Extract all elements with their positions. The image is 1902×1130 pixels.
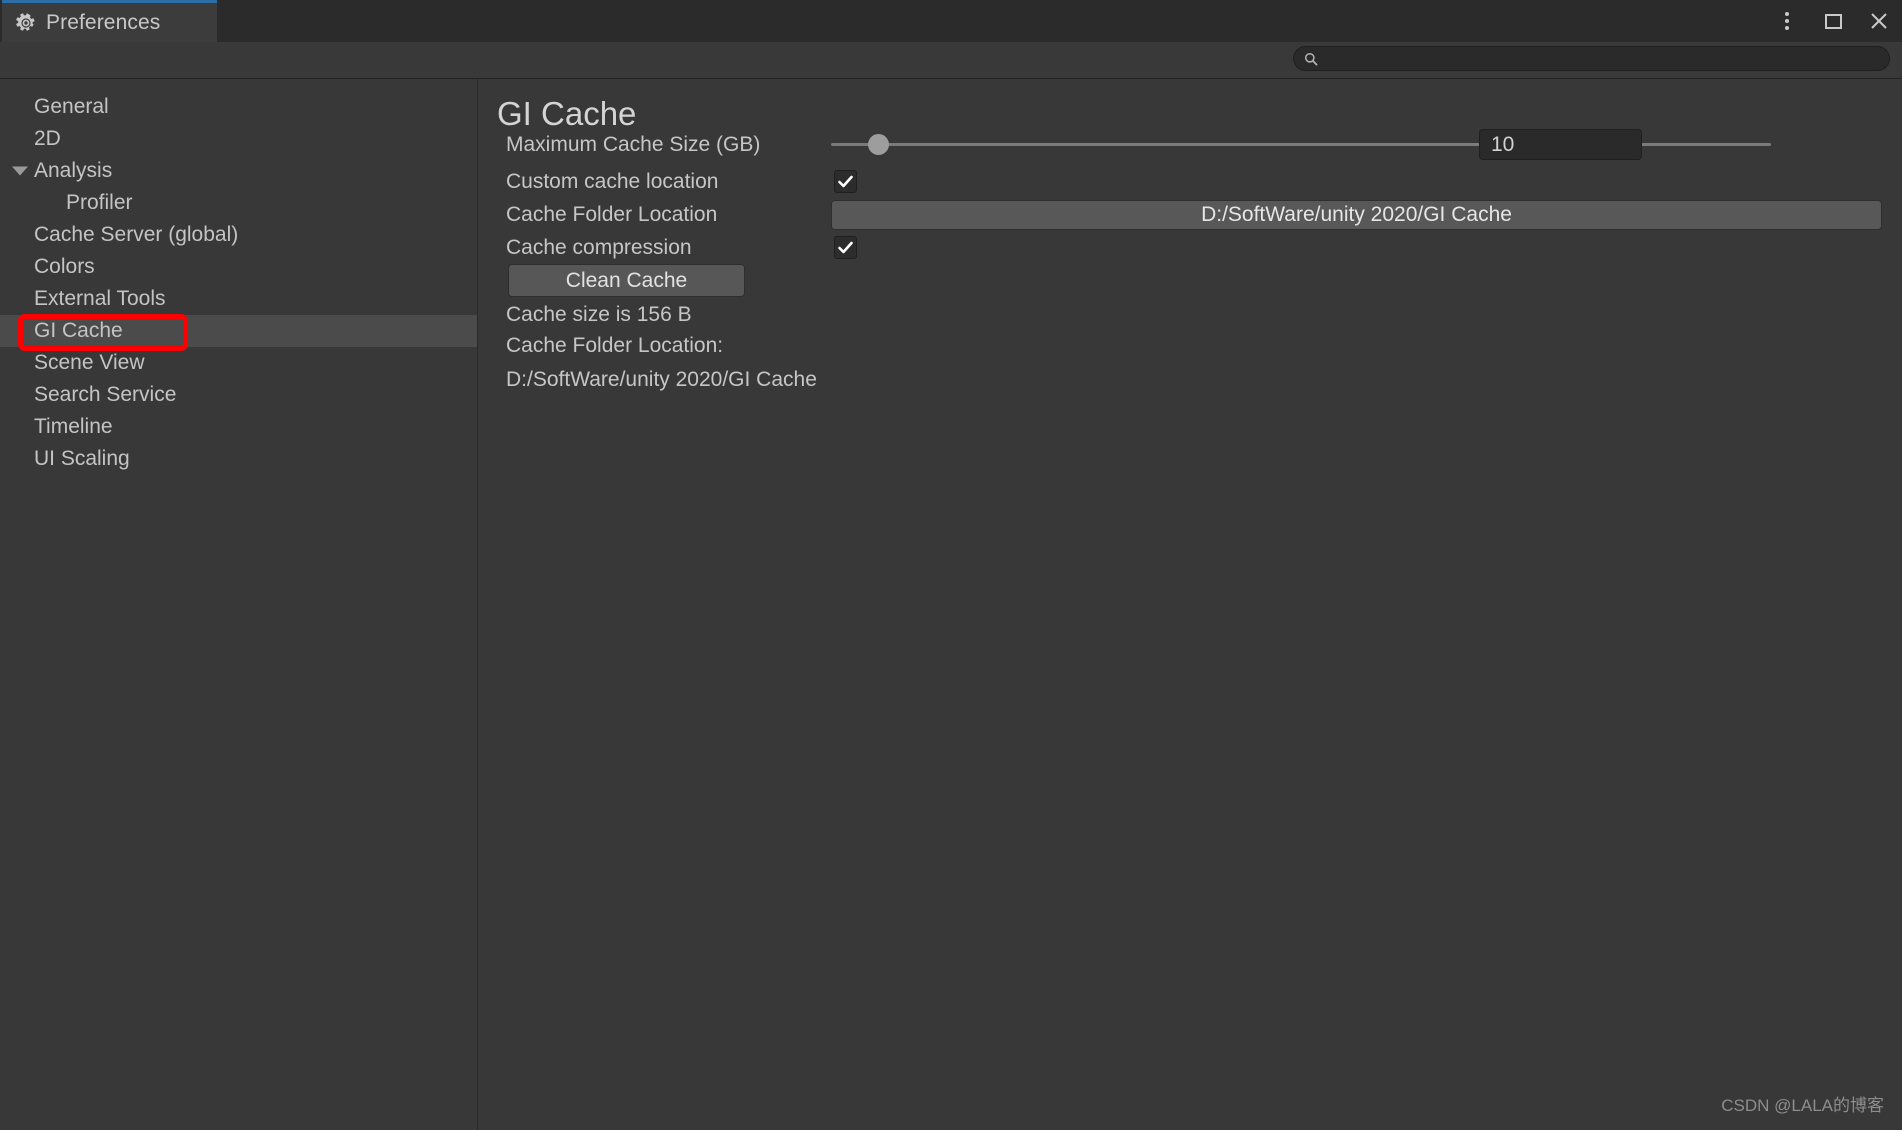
sidebar-item-label: 2D xyxy=(34,127,61,150)
cache-folder-location-button[interactable]: D:/SoftWare/unity 2020/GI Cache xyxy=(831,199,1882,230)
sidebar-item-label: Scene View xyxy=(34,351,145,374)
row-cache-folder-location: Cache Folder Location D:/SoftWare/unity … xyxy=(479,198,1902,231)
sidebar-item-label: UI Scaling xyxy=(34,447,130,470)
maximum-cache-size-value[interactable]: 10 xyxy=(1479,129,1642,160)
check-icon xyxy=(838,175,853,188)
sidebar-item-gi-cache[interactable]: GI Cache xyxy=(0,315,477,347)
clean-cache-button-label: Clean Cache xyxy=(565,268,688,292)
cache-folder-location-value: D:/SoftWare/unity 2020/GI Cache xyxy=(1201,202,1512,226)
gear-icon xyxy=(16,12,35,31)
sidebar-item-label: Colors xyxy=(34,255,95,278)
sidebar-item-general[interactable]: General xyxy=(0,91,477,123)
clean-cache-button[interactable]: Clean Cache xyxy=(508,264,745,297)
sidebar-item-timeline[interactable]: Timeline xyxy=(0,411,477,443)
cache-folder-location-label: Cache Folder Location xyxy=(506,202,718,226)
tab-label: Preferences xyxy=(46,10,161,34)
sidebar-item-ui-scaling[interactable]: UI Scaling xyxy=(0,443,477,475)
tab-preferences[interactable]: Preferences xyxy=(2,0,217,42)
maximum-cache-size-label: Maximum Cache Size (GB) xyxy=(506,132,761,156)
window-controls xyxy=(1774,0,1892,42)
sidebar-item-profiler[interactable]: Profiler xyxy=(0,187,477,219)
search-input[interactable] xyxy=(1324,46,1879,71)
sidebar-item-label: Timeline xyxy=(34,415,113,438)
search-field[interactable] xyxy=(1293,46,1890,71)
sidebar-item-scene-view[interactable]: Scene View xyxy=(0,347,477,379)
sidebar-item-2d[interactable]: 2D xyxy=(0,123,477,155)
sidebar-item-analysis[interactable]: Analysis xyxy=(0,155,477,187)
sidebar-item-label: Analysis xyxy=(34,159,113,182)
cache-folder-location-caption: Cache Folder Location: xyxy=(506,334,724,357)
maximum-cache-size-value-text: 10 xyxy=(1491,132,1515,156)
sidebar-item-cache-server-global[interactable]: Cache Server (global) xyxy=(0,219,477,251)
row-custom-cache-location: Custom cache location xyxy=(479,165,1902,198)
row-cache-compression: Cache compression xyxy=(479,231,1902,264)
title-bar: Preferences xyxy=(0,0,1902,42)
preferences-window: Preferences General 2D Analysis Profiler Ca xyxy=(0,0,1902,1130)
cache-compression-label: Cache compression xyxy=(506,235,692,259)
cache-compression-checkbox[interactable] xyxy=(834,236,857,259)
sidebar-item-external-tools[interactable]: External Tools xyxy=(0,283,477,315)
sidebar-nav-list: General 2D Analysis Profiler Cache Server (g… xyxy=(0,91,477,475)
sidebar-item-search-service[interactable]: Search Service xyxy=(0,379,477,411)
slider-thumb[interactable] xyxy=(868,134,889,155)
cache-folder-location-path: D:/SoftWare/unity 2020/GI Cache xyxy=(506,368,817,391)
custom-cache-location-label: Custom cache location xyxy=(506,169,719,193)
watermark: CSDN @LALA的博客 xyxy=(1721,1096,1884,1115)
sidebar-item-colors[interactable]: Colors xyxy=(0,251,477,283)
close-icon[interactable] xyxy=(1866,8,1892,34)
sidebar-item-label: General xyxy=(34,95,109,118)
row-clean-cache: Clean Cache xyxy=(479,264,1902,297)
sidebar-item-label: Profiler xyxy=(66,191,133,214)
sidebar-item-label: Cache Server (global) xyxy=(34,223,239,246)
sidebar-item-label: GI Cache xyxy=(34,319,123,342)
preferences-sidebar: General 2D Analysis Profiler Cache Server (g… xyxy=(0,79,478,1130)
maximize-icon[interactable] xyxy=(1820,8,1846,34)
cache-size-text: Cache size is 156 B xyxy=(506,303,692,326)
search-icon xyxy=(1304,52,1318,65)
sidebar-item-label: External Tools xyxy=(34,287,166,310)
more-options-icon[interactable] xyxy=(1774,8,1800,34)
sidebar-item-label: Search Service xyxy=(34,383,177,406)
chevron-down-icon[interactable] xyxy=(12,166,28,176)
row-maximum-cache-size: Maximum Cache Size (GB) 10 xyxy=(479,128,1902,161)
custom-cache-location-checkbox[interactable] xyxy=(834,170,857,193)
check-icon xyxy=(838,241,853,254)
preferences-main-panel: GI Cache Maximum Cache Size (GB) 10 Cust… xyxy=(479,79,1902,1130)
